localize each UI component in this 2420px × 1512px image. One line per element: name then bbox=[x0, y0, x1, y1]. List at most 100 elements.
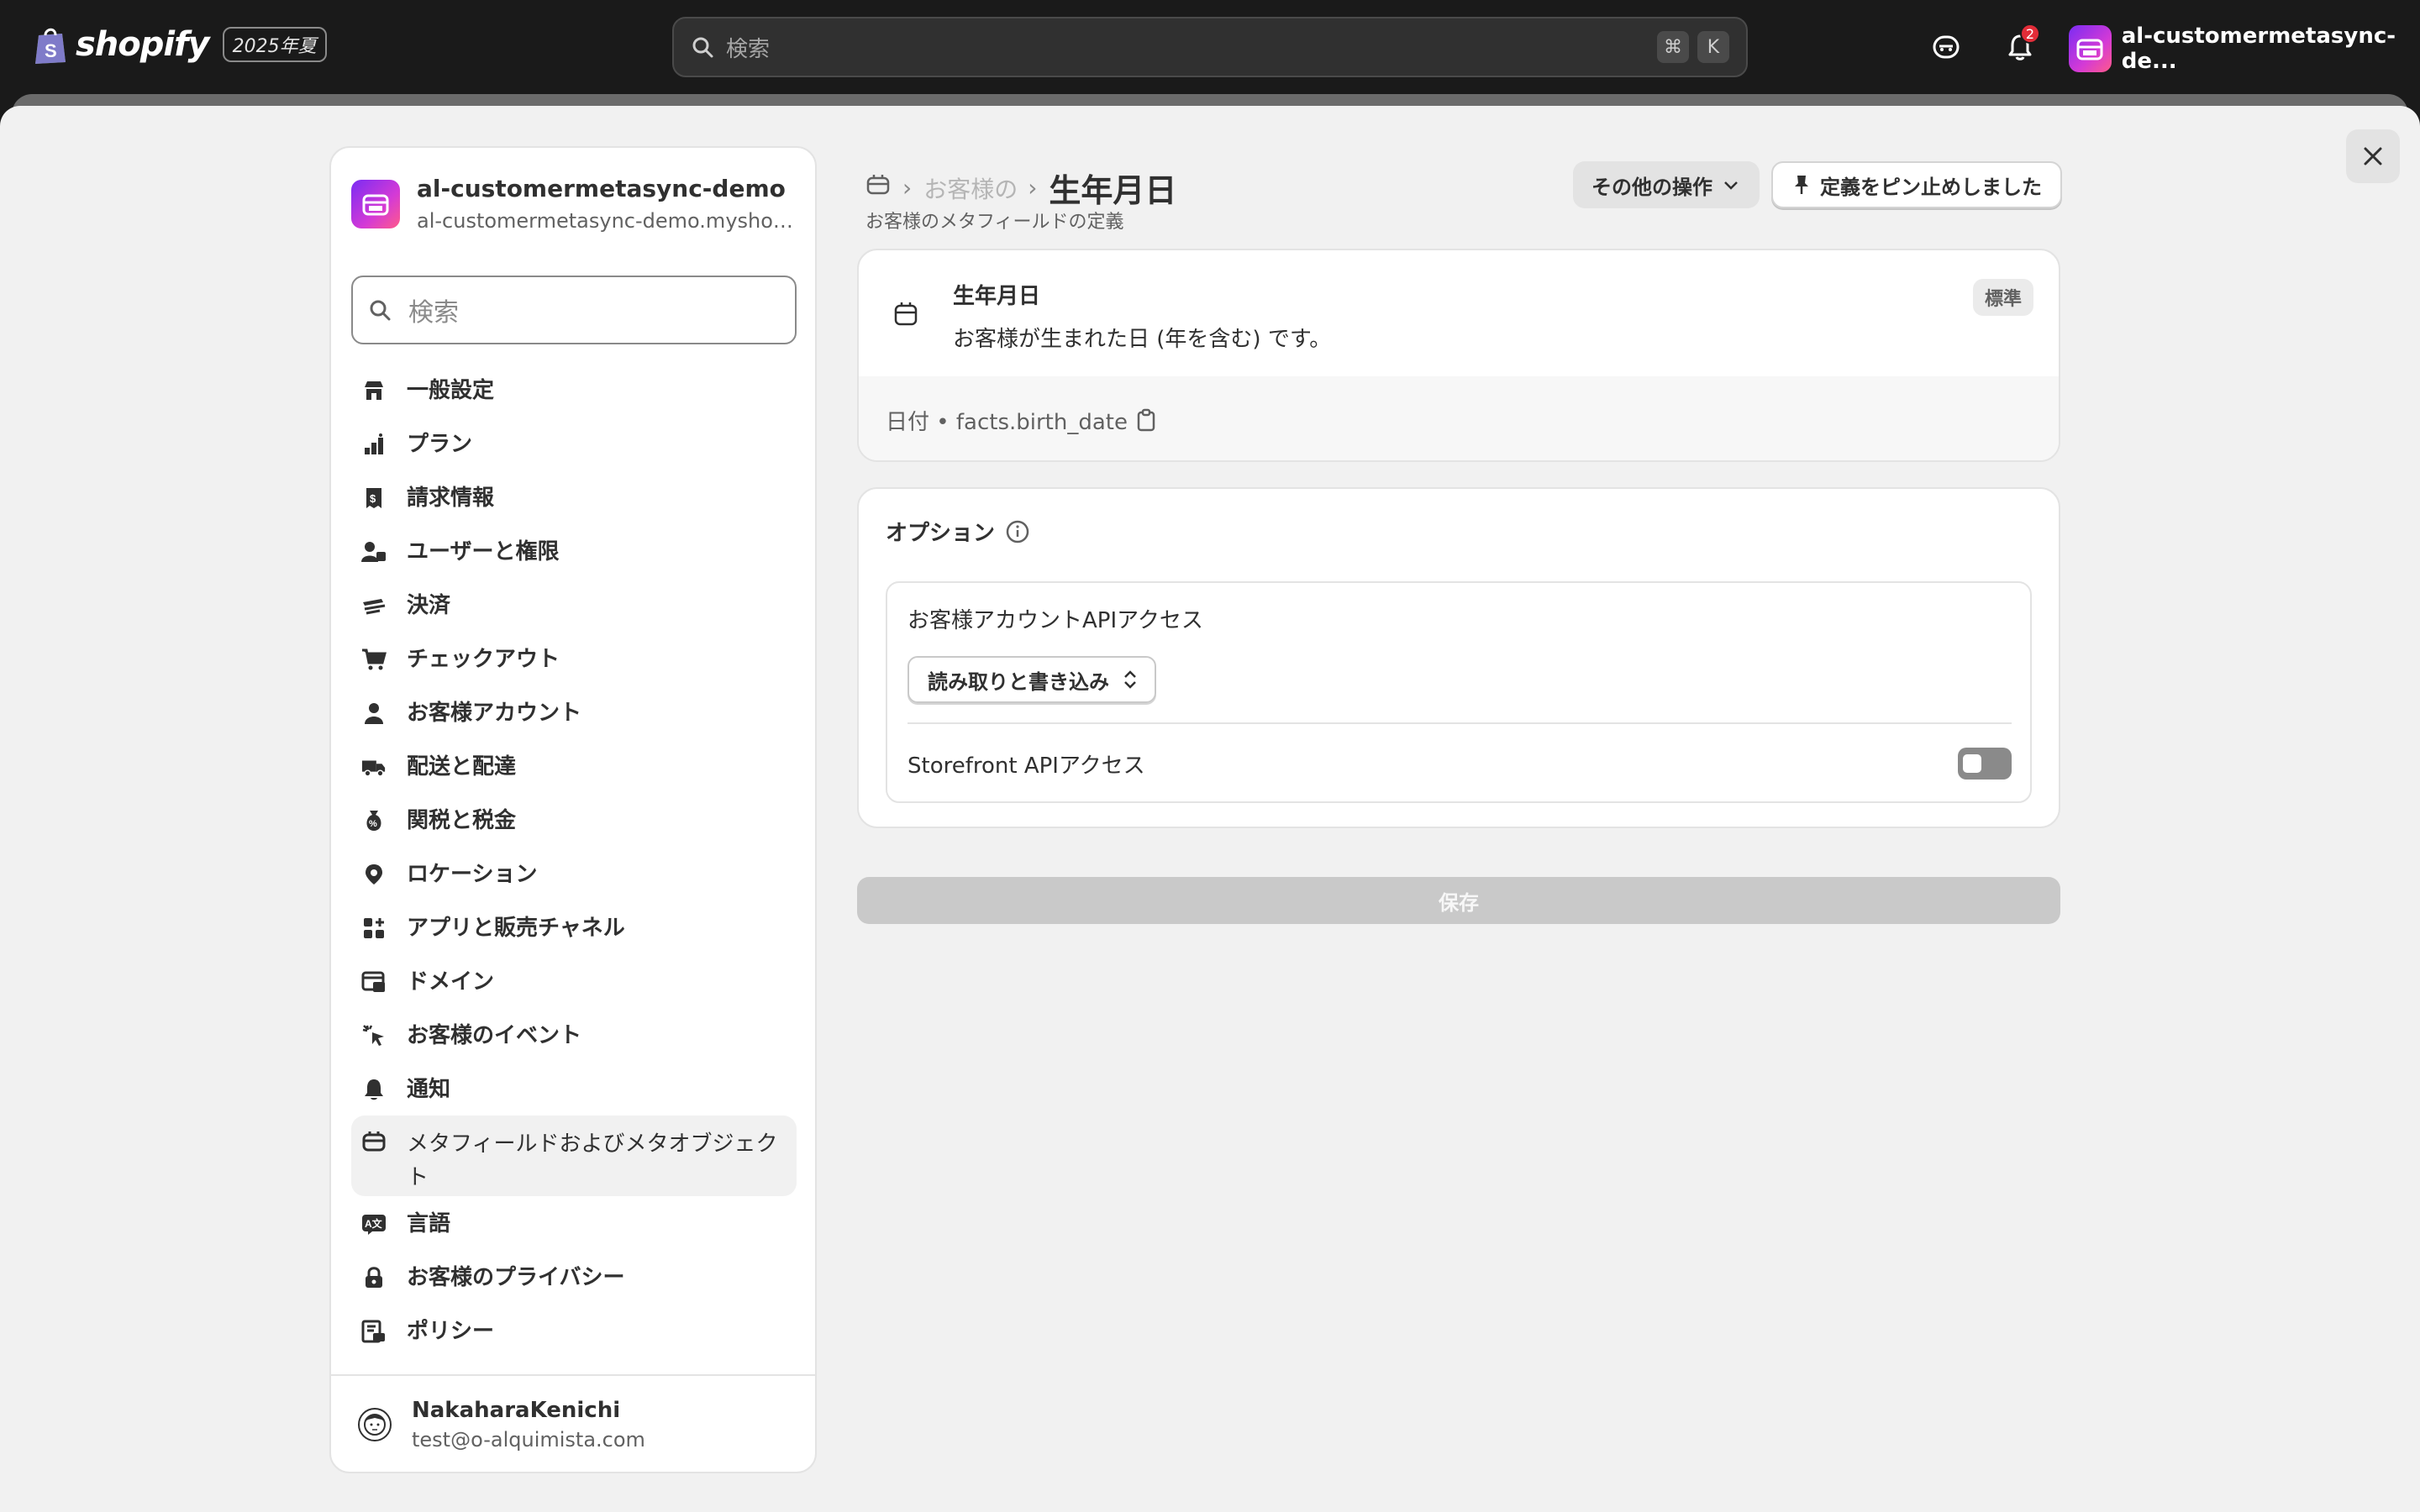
sidebar-item-domains[interactable]: ドメイン bbox=[351, 954, 797, 1008]
shopify-logo[interactable]: S shopify 2025年夏 bbox=[34, 25, 327, 64]
definition-description: お客様が生まれた日 (年を含む) です。 bbox=[953, 327, 1332, 352]
search-icon bbox=[370, 300, 391, 321]
sidebar-store-name: al-customermetasync-demo bbox=[417, 175, 786, 202]
store-calendar-icon bbox=[362, 194, 389, 215]
pin-definition-button[interactable]: 定義をピン止めしました bbox=[1771, 161, 2062, 208]
receipt-icon: $ bbox=[361, 486, 387, 511]
sidebar-item-shipping[interactable]: 配送と配達 bbox=[351, 739, 797, 793]
sidebar-user-profile[interactable]: NakaharaKenichi test@o-alquimista.com bbox=[331, 1374, 815, 1473]
close-button[interactable] bbox=[2346, 129, 2400, 183]
sidebar-item-payments[interactable]: 決済 bbox=[351, 578, 797, 632]
calendar-icon bbox=[894, 302, 918, 326]
search-placeholder: 検索 bbox=[726, 36, 771, 62]
sidebar-item-policies[interactable]: ポリシー bbox=[351, 1304, 797, 1357]
divider bbox=[908, 722, 2012, 724]
shortcut-k-key: K bbox=[1697, 31, 1729, 63]
sidebar-item-label: 決済 bbox=[407, 593, 451, 618]
shortcut-cmd-key: ⌘ bbox=[1657, 31, 1689, 63]
sidebar-item-label: 配送と配達 bbox=[407, 754, 517, 780]
notification-count-badge: 2 bbox=[2020, 24, 2040, 44]
cart-icon bbox=[361, 647, 387, 672]
lock-icon bbox=[361, 1265, 387, 1290]
sidebar-item-customer-accounts[interactable]: お客様アカウント bbox=[351, 685, 797, 739]
more-actions-button[interactable]: その他の操作 bbox=[1573, 161, 1760, 208]
customer-api-access-select[interactable]: 読み取りと書き込み bbox=[908, 656, 1156, 703]
language-icon: A文 bbox=[361, 1211, 387, 1236]
sidebar-item-languages[interactable]: A文 言語 bbox=[351, 1196, 797, 1250]
svg-text:$: $ bbox=[370, 492, 376, 505]
store-icon bbox=[361, 378, 387, 403]
sidebar-item-label: 請求情報 bbox=[407, 486, 495, 511]
sidebar-item-label: ユーザーと権限 bbox=[407, 539, 560, 564]
definition-type-key: 日付 • facts.birth_date bbox=[886, 409, 1128, 435]
plan-icon bbox=[361, 432, 387, 457]
apps-icon bbox=[361, 916, 387, 941]
definition-title: 生年月日 bbox=[953, 284, 1041, 309]
tax-icon: % bbox=[361, 808, 387, 833]
settings-nav: 一般設定 プラン $ 請求情報 ユーザーと権限 決済 チェックアウト お客様アカ… bbox=[351, 363, 797, 1357]
domain-icon bbox=[361, 969, 387, 995]
sidebar-item-label: 言語 bbox=[407, 1211, 451, 1236]
sidebar-item-notifications[interactable]: 通知 bbox=[351, 1062, 797, 1116]
pin-definition-label: 定義をピン止めしました bbox=[1820, 175, 2042, 199]
sidebar-item-label: アプリと販売チャネル bbox=[407, 916, 625, 941]
clipboard-icon[interactable] bbox=[1136, 408, 1156, 432]
svg-text:A文: A文 bbox=[365, 1217, 383, 1230]
chevron-right-icon: › bbox=[1028, 174, 1038, 202]
brand-name: shopify bbox=[76, 25, 210, 64]
sidebar-store-domain: al-customermetasync-demo.myshopi... bbox=[417, 209, 795, 233]
bell-icon bbox=[361, 1077, 387, 1102]
settings-search-placeholder: 検索 bbox=[408, 298, 459, 328]
sidebar-item-metafields[interactable]: メタフィールドおよびメタオブジェクト bbox=[351, 1116, 797, 1196]
more-actions-label: その他の操作 bbox=[1591, 175, 1712, 199]
sidebar-item-customer-privacy[interactable]: お客様のプライバシー bbox=[351, 1250, 797, 1304]
sidebar-item-customer-events[interactable]: お客様のイベント bbox=[351, 1008, 797, 1062]
sidebar-item-checkout[interactable]: チェックアウト bbox=[351, 632, 797, 685]
global-search-input[interactable]: 検索 ⌘ K bbox=[672, 17, 1748, 77]
close-icon bbox=[2364, 147, 2382, 165]
store-calendar-icon bbox=[2076, 39, 2103, 60]
sidebar-item-plan[interactable]: プラン bbox=[351, 417, 797, 470]
api-access-panel: お客様アカウントAPIアクセス 読み取りと書き込み Storefront API… bbox=[886, 581, 2032, 803]
sidebar-item-general[interactable]: 一般設定 bbox=[351, 363, 797, 417]
store-avatar bbox=[2069, 25, 2112, 72]
sidebar-item-duties-taxes[interactable]: % 関税と税金 bbox=[351, 793, 797, 847]
sidebar-item-label: ドメイン bbox=[407, 969, 495, 995]
sidebar-item-billing[interactable]: $ 請求情報 bbox=[351, 470, 797, 524]
metafield-icon bbox=[866, 175, 890, 195]
location-icon bbox=[361, 862, 387, 887]
user-name: NakaharaKenichi bbox=[412, 1398, 621, 1423]
notifications-button[interactable]: 2 bbox=[2000, 24, 2040, 67]
save-button[interactable]: 保存 bbox=[857, 877, 2060, 924]
breadcrumb-customer-metafields-link[interactable]: お客様のメタフィールド bbox=[923, 171, 1016, 205]
settings-search-input[interactable]: 検索 bbox=[351, 276, 797, 344]
breadcrumb-metafields-link[interactable] bbox=[865, 173, 891, 202]
sidebar-item-locations[interactable]: ロケーション bbox=[351, 847, 797, 900]
sidekick-icon bbox=[1933, 35, 1960, 59]
sidekick-button[interactable] bbox=[1926, 27, 1966, 67]
sidebar-store-header[interactable]: al-customermetasync-demo al-customermeta… bbox=[351, 175, 795, 233]
policy-icon bbox=[361, 1319, 387, 1344]
person-icon bbox=[361, 701, 387, 726]
pin-icon bbox=[1795, 176, 1808, 194]
sidebar-item-apps[interactable]: アプリと販売チャネル bbox=[351, 900, 797, 954]
info-icon[interactable] bbox=[1005, 519, 1030, 544]
sidebar-item-label: お客様のイベント bbox=[407, 1023, 582, 1048]
user-email: test@o-alquimista.com bbox=[412, 1428, 645, 1452]
svg-text:%: % bbox=[369, 819, 377, 829]
sidebar-item-users[interactable]: ユーザーと権限 bbox=[351, 524, 797, 578]
edition-badge[interactable]: 2025年夏 bbox=[222, 27, 327, 62]
chevron-right-icon: › bbox=[902, 174, 913, 202]
settings-modal: al-customermetasync-demo al-customermeta… bbox=[0, 106, 2420, 1512]
store-menu-button[interactable]: al-customermetasync-de... bbox=[2069, 24, 2420, 74]
top-bar: S shopify 2025年夏 検索 ⌘ K 2 al-customermet… bbox=[0, 0, 2420, 94]
sidebar-item-label: ポリシー bbox=[407, 1319, 495, 1344]
page-subtitle: お客様のメタフィールドの定義 bbox=[865, 212, 1124, 233]
sidebar-item-label: プラン bbox=[407, 432, 473, 457]
storefront-api-toggle[interactable] bbox=[1958, 748, 2012, 780]
customer-api-access-value: 読み取りと書き込み bbox=[928, 669, 1109, 694]
users-icon bbox=[361, 539, 387, 564]
store-name: al-customermetasync-de... bbox=[2121, 24, 2396, 74]
truck-icon bbox=[361, 754, 387, 780]
standard-badge: 標準 bbox=[1972, 279, 2033, 316]
